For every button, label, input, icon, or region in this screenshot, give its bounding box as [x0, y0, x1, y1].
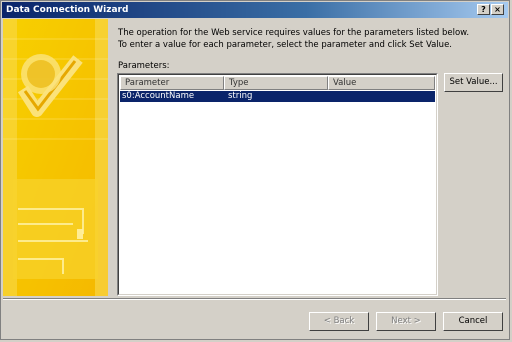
description-text: The operation for the Web service requir… — [118, 27, 503, 51]
description-line-2: To enter a value for each parameter, sel… — [118, 40, 452, 50]
next-button[interactable]: Next > — [376, 312, 436, 331]
back-button[interactable]: < Back — [309, 312, 369, 331]
close-button[interactable]: × — [491, 4, 504, 15]
data-connection-wizard-window: Data Connection Wizard ? × The operation… — [0, 0, 510, 340]
wizard-banner-image — [3, 19, 108, 296]
footer-separator — [3, 298, 506, 300]
title-bar[interactable]: Data Connection Wizard ? × — [2, 2, 508, 18]
parameters-list[interactable]: Parameter Type Value s0:AccountName stri… — [117, 73, 438, 296]
cell-type: string — [228, 91, 253, 101]
window-title: Data Connection Wizard — [6, 5, 129, 15]
column-header-value[interactable]: Value — [328, 76, 435, 90]
wizard-sidebar-graphic — [3, 19, 108, 296]
description-line-1: The operation for the Web service requir… — [118, 28, 470, 38]
column-header-parameter[interactable]: Parameter — [120, 76, 224, 90]
help-button[interactable]: ? — [477, 4, 490, 15]
parameters-list-header: Parameter Type Value — [120, 76, 435, 90]
cell-parameter: s0:AccountName — [122, 91, 195, 101]
parameters-label: Parameters: — [118, 61, 170, 71]
cancel-button[interactable]: Cancel — [443, 312, 503, 331]
set-value-button[interactable]: Set Value... — [444, 73, 503, 92]
list-item[interactable]: s0:AccountName string — [120, 91, 435, 102]
column-header-type[interactable]: Type — [224, 76, 328, 90]
